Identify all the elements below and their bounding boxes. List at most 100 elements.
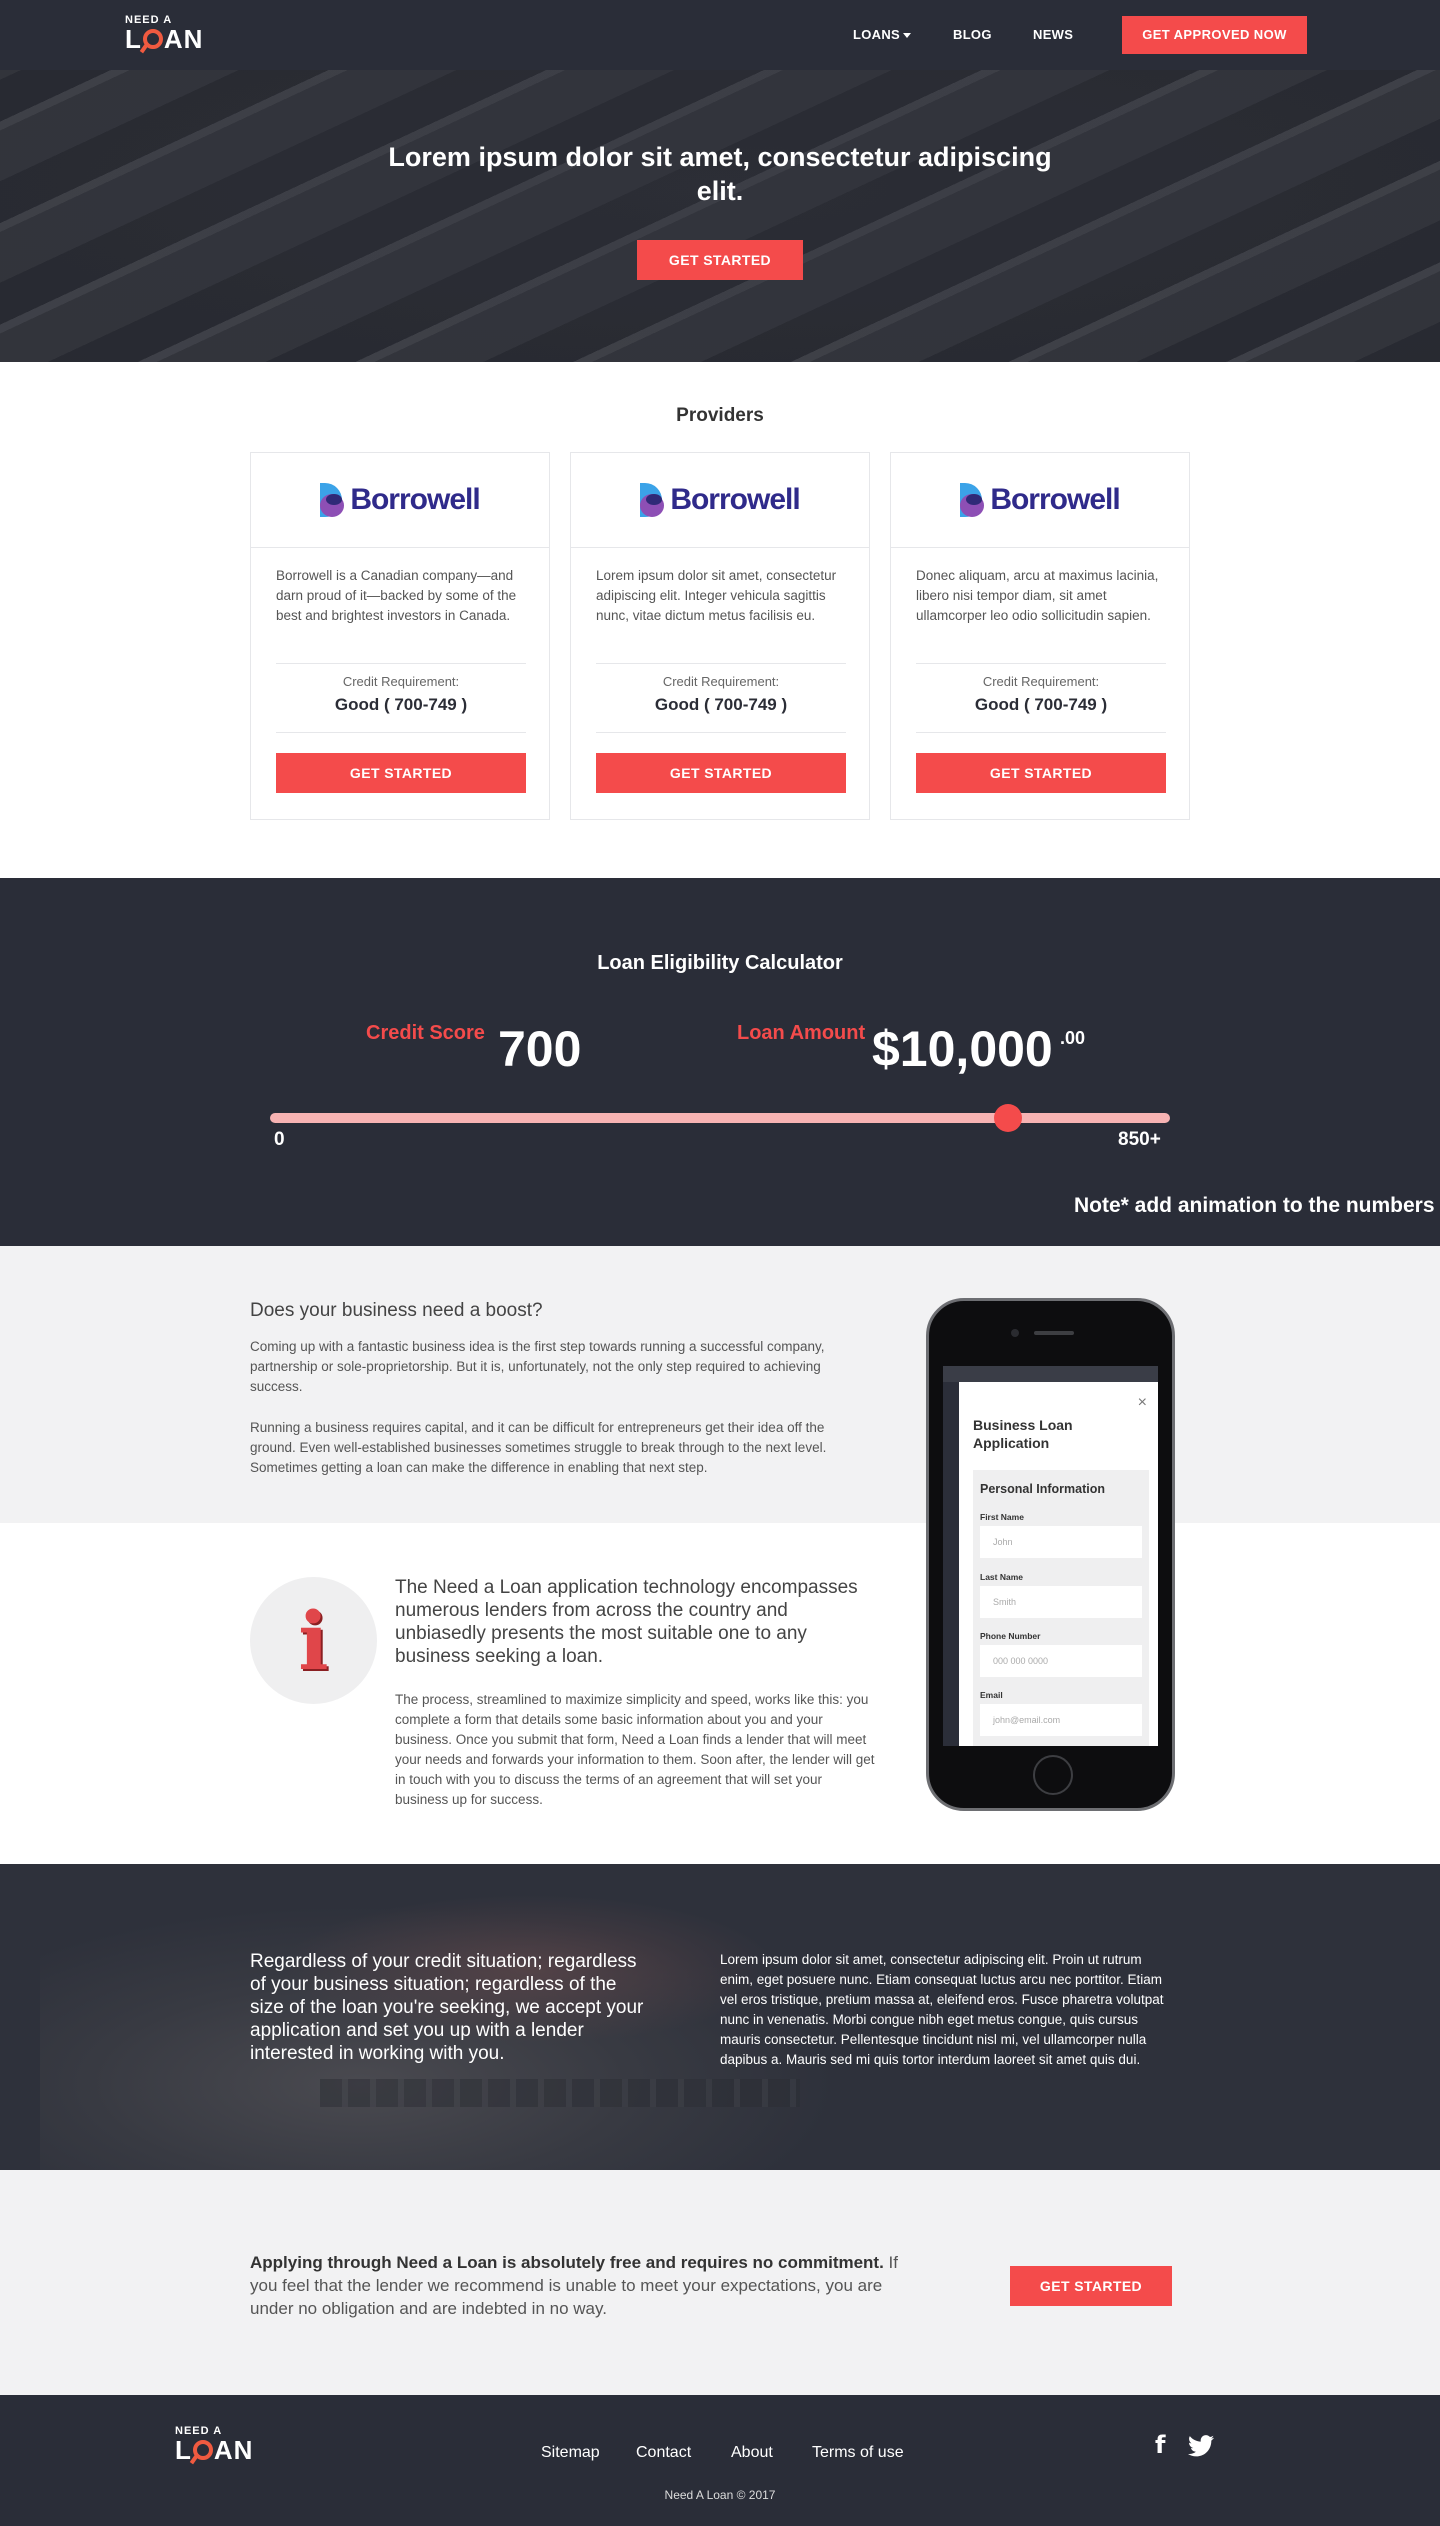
logo-big-text: L AN <box>125 26 203 52</box>
provider-logo: Borrowell <box>891 453 1189 548</box>
apply-text: Applying through Need a Loan is absolute… <box>250 2251 910 2320</box>
credit-requirement-value: Good ( 700-749 ) <box>654 695 788 714</box>
credit-requirement: Credit Requirement: Good ( 700-749 ) <box>916 663 1166 733</box>
email-label: Email <box>980 1690 1003 1700</box>
providers-title: Providers <box>676 405 764 426</box>
boost-title: Does your business need a boost? <box>250 1300 543 1321</box>
footer-logo[interactable]: NEED A L AN <box>175 2425 253 2463</box>
first-name-field[interactable]: John <box>980 1526 1142 1558</box>
provider-description: Borrowell is a Canadian company—and darn… <box>276 568 517 623</box>
site-footer: NEED A L AN Sitemap Contact About Terms … <box>0 2395 1440 2526</box>
twitter-icon[interactable] <box>1188 2435 1214 2457</box>
hero-title: Lorem ipsum dolor sit amet, consectetur … <box>388 142 1052 206</box>
get-approved-button[interactable]: GET APPROVED NOW <box>1122 16 1307 54</box>
hero-get-started-button[interactable]: GET STARTED <box>637 240 803 280</box>
boost-paragraph: Coming up with a fantastic business idea… <box>250 1339 825 1394</box>
loan-calculator: Loan Eligibility Calculator Credit Score… <box>0 878 1440 1246</box>
apply-text-bold: Applying through Need a Loan is absolute… <box>250 2253 884 2272</box>
caret-down-icon <box>903 33 911 39</box>
copyright: Need A Loan © 2017 <box>664 2488 776 2502</box>
info-icon: i <box>250 1577 377 1704</box>
loan-amount-label: Loan Amount <box>737 1022 866 1044</box>
site-header: NEED A L AN LOANS BLOG NEWS GET APPROVED… <box>0 0 1440 70</box>
credit-requirement-label: Credit Requirement: <box>982 674 1100 689</box>
footer-link-about[interactable]: About <box>731 2444 773 2462</box>
provider-logo: Borrowell <box>251 453 549 548</box>
provider-logo: Borrowell <box>571 453 869 548</box>
phone-mockup: × Business Loan Application Personal Inf… <box>926 1298 1175 1811</box>
provider-get-started-button[interactable]: GET STARTED <box>596 753 846 793</box>
provider-description: Lorem ipsum dolor sit amet, consectetur … <box>596 568 837 623</box>
borrowell-logo-icon <box>320 483 346 517</box>
phone-home-button <box>1033 1755 1073 1795</box>
magnifier-o-icon <box>142 29 163 49</box>
phone-number-field[interactable]: 000 000 0000 <box>980 1645 1142 1677</box>
logo-big-text: L AN <box>175 2437 253 2463</box>
first-name-label: First Name <box>980 1512 1024 1522</box>
credit-score-slider-handle[interactable] <box>994 1104 1022 1132</box>
borrowell-logo-icon <box>640 483 666 517</box>
calculator-note: Note* add animation to the numbers <box>1074 1194 1435 1217</box>
footer-link-contact[interactable]: Contact <box>636 2444 691 2462</box>
credit-requirement-label: Credit Requirement: <box>342 674 460 689</box>
nav-loans[interactable]: LOANS <box>853 27 911 42</box>
modal-title: Business Loan Application <box>973 1417 1073 1451</box>
facebook-icon[interactable]: f <box>1155 2431 1165 2459</box>
info-title: The Need a Loan application technology e… <box>395 1577 858 1667</box>
provider-brand: Borrowell <box>350 483 480 516</box>
apply-get-started-button[interactable]: GET STARTED <box>1010 2266 1172 2306</box>
dimmed-page <box>943 1366 1158 1382</box>
credit-requirement-value: Good ( 700-749 ) <box>974 695 1108 714</box>
keyboard-background <box>320 2079 800 2107</box>
info-paragraph: The process, streamlined to maximize sim… <box>395 1692 875 1807</box>
credit-score-value: 700 <box>498 1021 582 1077</box>
phone-camera <box>1011 1329 1019 1337</box>
credit-requirement: Credit Requirement: Good ( 700-749 ) <box>596 663 846 733</box>
panel-title: Personal Information <box>980 1482 1106 1496</box>
credit-requirement: Credit Requirement: Good ( 700-749 ) <box>276 663 526 733</box>
phone-screen: × Business Loan Application Personal Inf… <box>943 1366 1158 1746</box>
phone-number-label: Phone Number <box>980 1631 1041 1641</box>
footer-link-sitemap[interactable]: Sitemap <box>541 2444 600 2462</box>
credit-requirement-label: Credit Requirement: <box>662 674 780 689</box>
logo-letter-l: L <box>125 24 142 54</box>
close-icon[interactable]: × <box>1138 1394 1147 1412</box>
quote-text: Regardless of your credit situation; reg… <box>250 1951 644 2064</box>
phone-speaker <box>1034 1331 1074 1335</box>
quote-paragraph: Lorem ipsum dolor sit amet, consectetur … <box>720 1952 1164 2067</box>
footer-link-terms[interactable]: Terms of use <box>812 2444 904 2462</box>
personal-info-panel: Personal Information First Name John Las… <box>973 1470 1149 1746</box>
site-logo[interactable]: NEED A L AN <box>125 14 203 52</box>
last-name-field[interactable]: Smith <box>980 1586 1142 1618</box>
credit-score-slider-track[interactable] <box>270 1113 1170 1123</box>
calculator-title: Loan Eligibility Calculator <box>597 952 843 974</box>
credit-score-label: Credit Score <box>366 1022 485 1044</box>
magnifier-o-icon <box>192 2440 213 2460</box>
nav-news[interactable]: NEWS <box>1033 27 1073 42</box>
provider-card: Borrowell Donec aliquam, arcu at maximus… <box>890 452 1190 820</box>
info-glyph: i <box>298 1593 329 1688</box>
logo-letter-l: L <box>175 2435 192 2465</box>
slider-max-label: 850+ <box>1118 1129 1161 1150</box>
provider-brand: Borrowell <box>670 483 800 516</box>
provider-get-started-button[interactable]: GET STARTED <box>916 753 1166 793</box>
boost-paragraph: Running a business requires capital, and… <box>250 1420 827 1475</box>
loan-amount-cents: .00 <box>1060 1028 1086 1048</box>
loan-amount-value: $10,000 <box>872 1021 1053 1077</box>
provider-description: Donec aliquam, arcu at maximus lacinia, … <box>916 568 1159 623</box>
provider-card: Borrowell Lorem ipsum dolor sit amet, co… <box>570 452 870 820</box>
nav-blog[interactable]: BLOG <box>953 27 992 42</box>
provider-get-started-button[interactable]: GET STARTED <box>276 753 526 793</box>
hero-banner: Lorem ipsum dolor sit amet, consectetur … <box>0 70 1440 362</box>
nav-loans-label: LOANS <box>853 27 900 42</box>
loan-application-modal: × Business Loan Application Personal Inf… <box>959 1382 1158 1746</box>
last-name-label: Last Name <box>980 1572 1023 1582</box>
slider-min-label: 0 <box>274 1129 285 1150</box>
credit-requirement-value: Good ( 700-749 ) <box>334 695 468 714</box>
hero-overlay <box>0 70 1440 362</box>
provider-card: Borrowell Borrowell is a Canadian compan… <box>250 452 550 820</box>
borrowell-logo-icon <box>960 483 986 517</box>
email-field[interactable]: john@email.com <box>980 1704 1142 1736</box>
logo-letters-an: AN <box>163 24 204 54</box>
logo-letters-an: AN <box>213 2435 254 2465</box>
